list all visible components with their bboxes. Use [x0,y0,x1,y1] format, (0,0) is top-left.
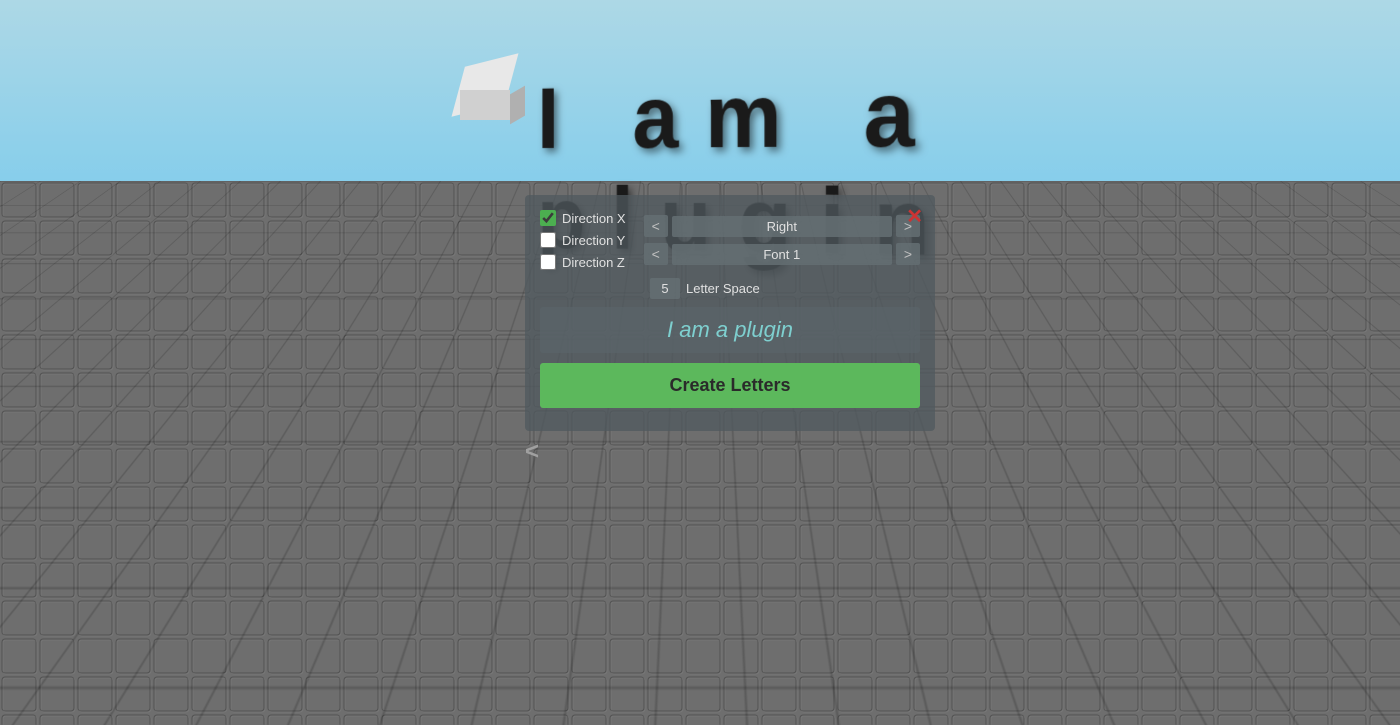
close-button[interactable]: ✕ [906,207,923,227]
font-selector-row: < Font 1 > [644,243,920,265]
direction-z-label: Direction Z [562,255,625,270]
letter-space-label: Letter Space [686,281,760,296]
direction-value: Right [672,216,892,237]
direction-left-button[interactable]: < [644,215,668,237]
font-left-button[interactable]: < [644,243,668,265]
cube-front-face [460,90,510,120]
checkbox-group: Direction X Direction Y Direction Z [540,210,626,270]
selectors-group: < Right > < Font 1 > [644,215,920,265]
plugin-panel: ✕ Direction X Direction Y Direction Z [525,195,935,431]
checkbox-direction-y[interactable]: Direction Y [540,232,626,248]
letter-space-input[interactable] [650,278,680,299]
direction-z-checkbox[interactable] [540,254,556,270]
scene: I am a plugin ✕ Direction X Direction Y [0,0,1400,725]
direction-y-label: Direction Y [562,233,625,248]
direction-selector-row: < Right > [644,215,920,237]
expand-button[interactable]: < [525,438,539,466]
font-right-button[interactable]: > [896,243,920,265]
cube-3d [450,60,515,125]
controls-row: Direction X Direction Y Direction Z < Ri… [540,210,920,270]
direction-x-label: Direction X [562,211,626,226]
direction-y-checkbox[interactable] [540,232,556,248]
letter-space-row: Letter Space [540,278,920,299]
direction-x-checkbox[interactable] [540,210,556,226]
create-letters-button[interactable]: Create Letters [540,363,920,408]
checkbox-direction-z[interactable]: Direction Z [540,254,626,270]
checkbox-direction-x[interactable]: Direction X [540,210,626,226]
text-input[interactable] [540,307,920,353]
font-value: Font 1 [672,244,892,265]
